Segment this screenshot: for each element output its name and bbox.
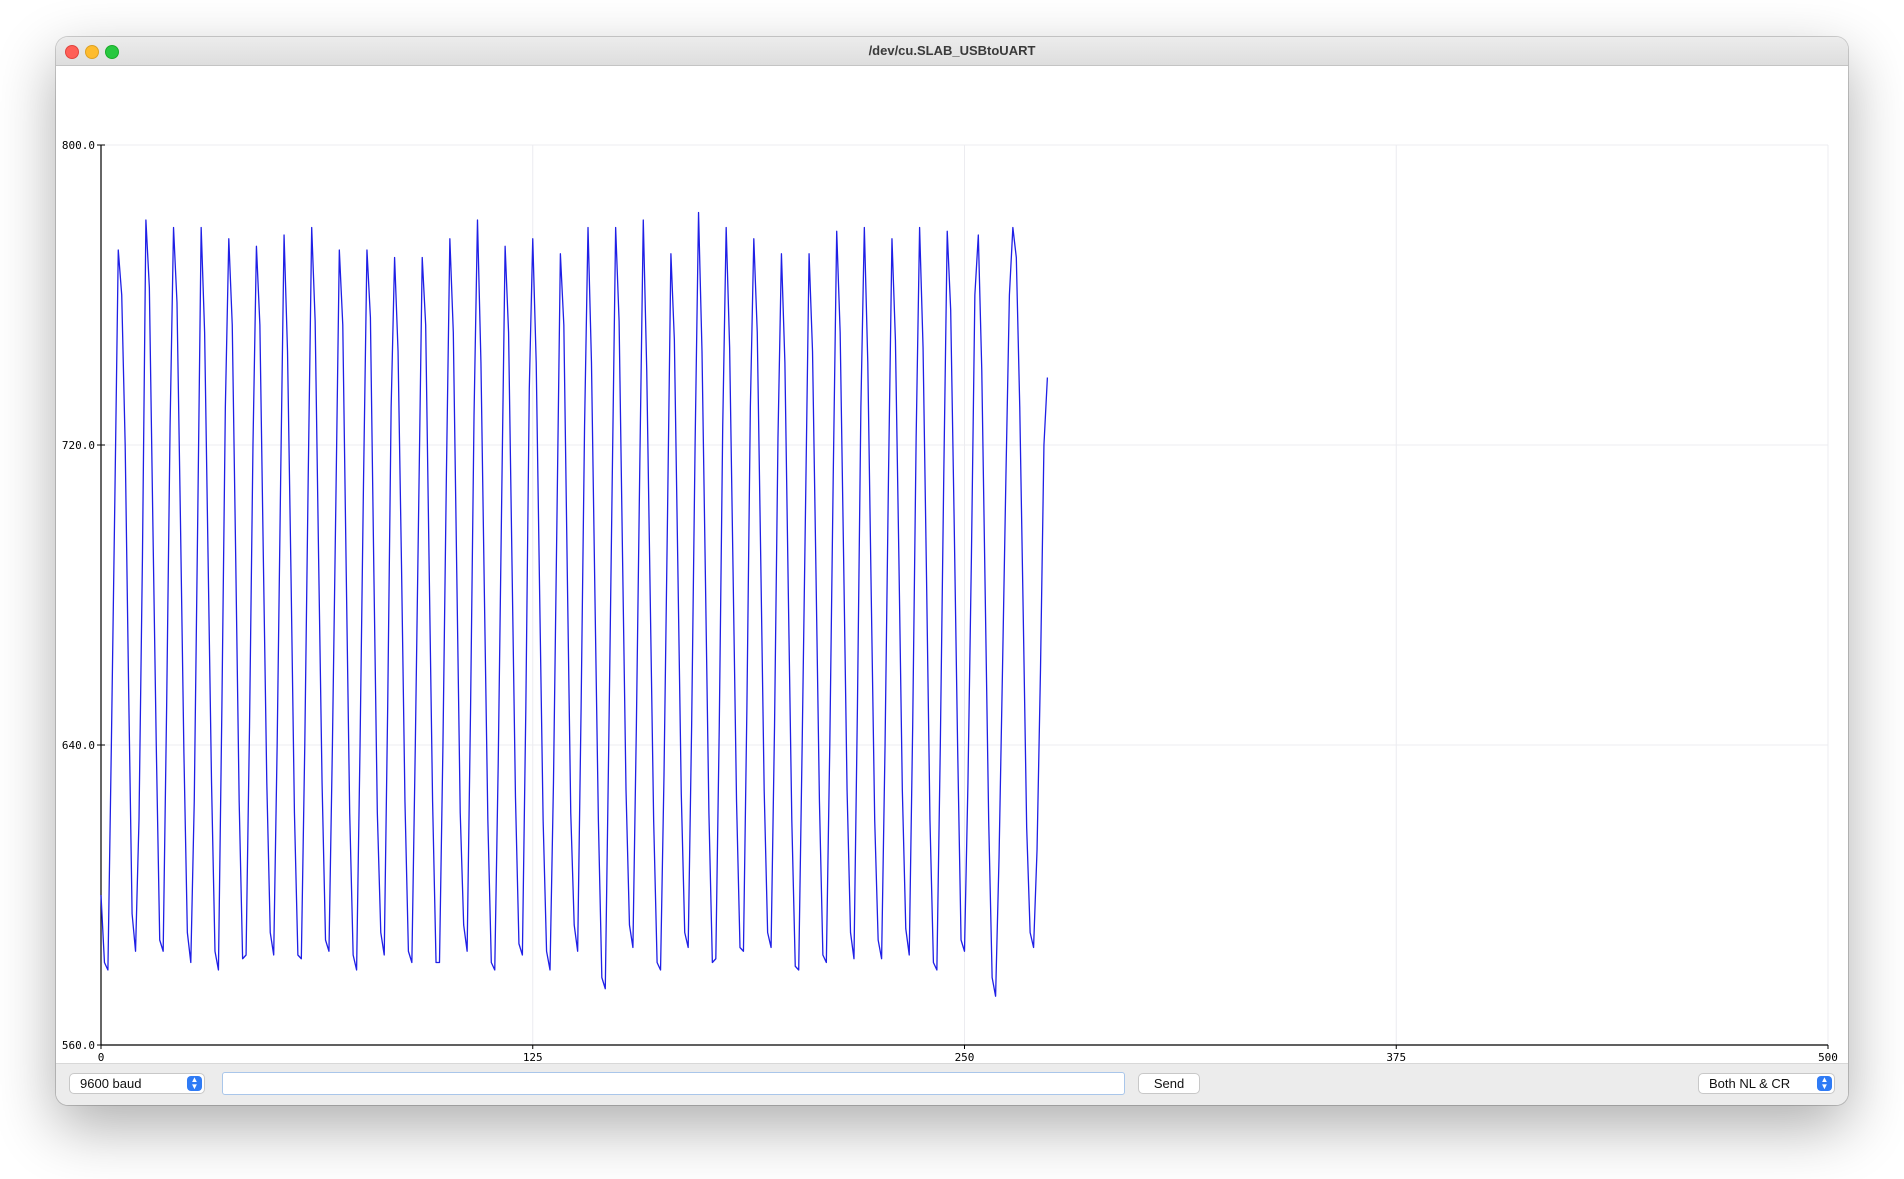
series-line: [100, 211, 1049, 997]
y-tick-label: 720.0: [62, 439, 95, 452]
y-tick-label: 560.0: [62, 1039, 95, 1052]
line-ending-value: Both NL & CR: [1709, 1076, 1791, 1091]
y-tick-label: 640.0: [62, 739, 95, 752]
send-button[interactable]: Send: [1138, 1073, 1200, 1094]
plot-area: 560.0 640.0 720.0 800.0 0 125 250 375 500: [56, 66, 1848, 1063]
serial-plotter-window: /dev/cu.SLAB_USBtoUART 560.0 640.0 720.0 80…: [56, 37, 1848, 1105]
x-tick-label: 500: [1818, 1051, 1838, 1063]
chevron-updown-icon: ▲ ▼: [1817, 1076, 1832, 1091]
grid-layer: [101, 144, 1829, 1045]
x-tick-label: 125: [523, 1051, 543, 1063]
x-tick-label: 375: [1386, 1051, 1406, 1063]
title-bar: /dev/cu.SLAB_USBtoUART: [56, 37, 1848, 66]
y-tick-label: 800.0: [62, 139, 95, 152]
axes-layer: [97, 144, 1829, 1049]
chevron-updown-icon: ▲ ▼: [187, 1076, 202, 1091]
baud-rate-select[interactable]: 9600 baud ▲ ▼: [69, 1073, 205, 1094]
window-title: /dev/cu.SLAB_USBtoUART: [868, 43, 1036, 58]
bottom-toolbar: 9600 baud ▲ ▼ Send Both NL & CR ▲ ▼: [56, 1063, 1848, 1105]
line-chart: 560.0 640.0 720.0 800.0 0 125 250 375 500: [62, 139, 1838, 1063]
series-layer: [100, 211, 1049, 997]
baud-rate-value: 9600 baud: [80, 1076, 142, 1091]
line-ending-select[interactable]: Both NL & CR ▲ ▼: [1698, 1073, 1835, 1094]
message-input[interactable]: [222, 1072, 1125, 1095]
x-tick-label: 0: [98, 1051, 105, 1063]
x-tick-label: 250: [955, 1051, 975, 1063]
